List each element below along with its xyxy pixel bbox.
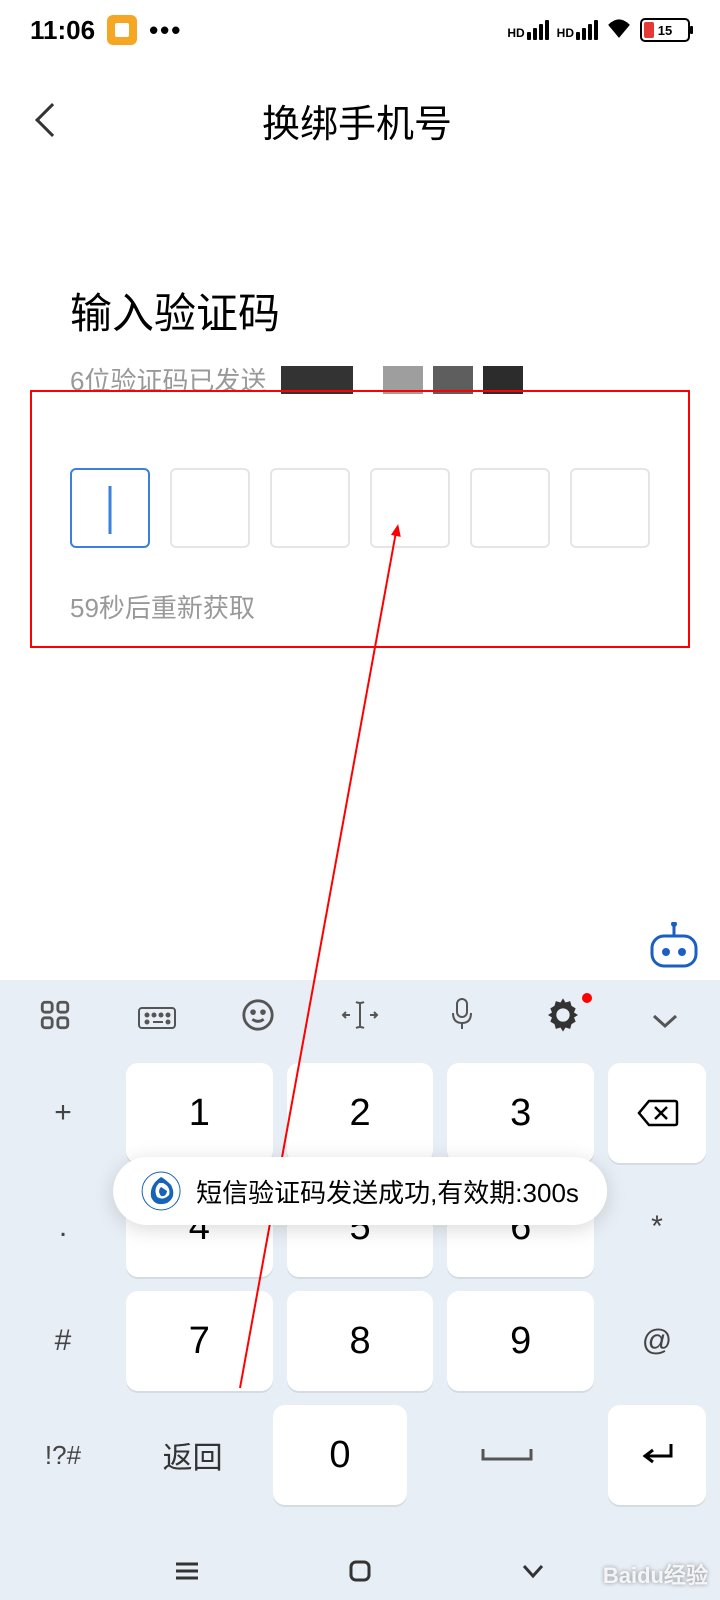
- toast-app-icon: [141, 1171, 181, 1211]
- key-dot[interactable]: .: [14, 1177, 112, 1277]
- status-time: 11:06: [30, 15, 95, 46]
- emoji-icon[interactable]: [233, 998, 283, 1040]
- key-backspace[interactable]: [608, 1063, 706, 1163]
- key-hash[interactable]: #: [14, 1291, 112, 1391]
- more-dots-icon: •••: [149, 15, 182, 46]
- key-plus[interactable]: +: [14, 1063, 112, 1163]
- key-9[interactable]: 9: [447, 1291, 594, 1391]
- recent-apps-icon[interactable]: [172, 1556, 202, 1586]
- cursor-icon[interactable]: [335, 998, 385, 1040]
- key-enter[interactable]: [608, 1405, 706, 1505]
- key-at[interactable]: @: [608, 1291, 706, 1391]
- page-title: 换绑手机号: [64, 93, 650, 148]
- toast-notification: 短信验证码发送成功,有效期:300s: [113, 1157, 607, 1225]
- keyboard-layout-icon[interactable]: [132, 1001, 182, 1038]
- back-nav-icon[interactable]: [518, 1556, 548, 1586]
- code-box-4[interactable]: [370, 468, 450, 548]
- keyboard-toolbar: [0, 980, 720, 1058]
- code-box-1[interactable]: [70, 468, 150, 548]
- collapse-keyboard-icon[interactable]: [640, 1001, 690, 1038]
- nav-bar: 换绑手机号: [0, 75, 720, 165]
- key-2[interactable]: 2: [287, 1063, 434, 1163]
- wifi-icon: [606, 16, 632, 44]
- signal-1-icon: HD: [507, 20, 548, 40]
- key-space[interactable]: [421, 1405, 594, 1505]
- signal-2-icon: HD: [557, 20, 598, 40]
- keyboard: + 1 2 3 . 4 5 6 * # 7 8 9 @ !?# 返回 0: [0, 980, 720, 1541]
- key-symbols[interactable]: !?#: [14, 1405, 112, 1505]
- code-box-6[interactable]: [570, 468, 650, 548]
- battery-icon: 15: [640, 18, 690, 42]
- hint-text: 6位验证码已发送: [70, 361, 266, 398]
- redacted-phone: [281, 366, 523, 394]
- key-asterisk[interactable]: *: [608, 1177, 706, 1277]
- content-heading: 输入验证码: [70, 280, 650, 341]
- ime-robot-icon[interactable]: [648, 922, 700, 970]
- code-box-2[interactable]: [170, 468, 250, 548]
- key-return[interactable]: 返回: [126, 1405, 259, 1505]
- code-input-group[interactable]: [70, 468, 650, 548]
- key-7[interactable]: 7: [126, 1291, 273, 1391]
- settings-gear-icon[interactable]: [538, 995, 588, 1043]
- watermark: Baidu经验: [603, 1558, 708, 1590]
- code-box-5[interactable]: [470, 468, 550, 548]
- key-8[interactable]: 8: [287, 1291, 434, 1391]
- mic-icon[interactable]: [437, 997, 487, 1041]
- key-0[interactable]: 0: [273, 1405, 406, 1505]
- toast-text: 短信验证码发送成功,有效期:300s: [196, 1173, 579, 1210]
- key-3[interactable]: 3: [447, 1063, 594, 1163]
- resend-countdown: 59秒后重新获取: [70, 588, 650, 625]
- apps-icon[interactable]: [30, 998, 80, 1040]
- code-box-3[interactable]: [270, 468, 350, 548]
- key-1[interactable]: 1: [126, 1063, 273, 1163]
- status-bar: 11:06 ••• HD HD 15: [0, 0, 720, 60]
- notification-icon: [107, 15, 137, 45]
- home-icon[interactable]: [345, 1556, 375, 1586]
